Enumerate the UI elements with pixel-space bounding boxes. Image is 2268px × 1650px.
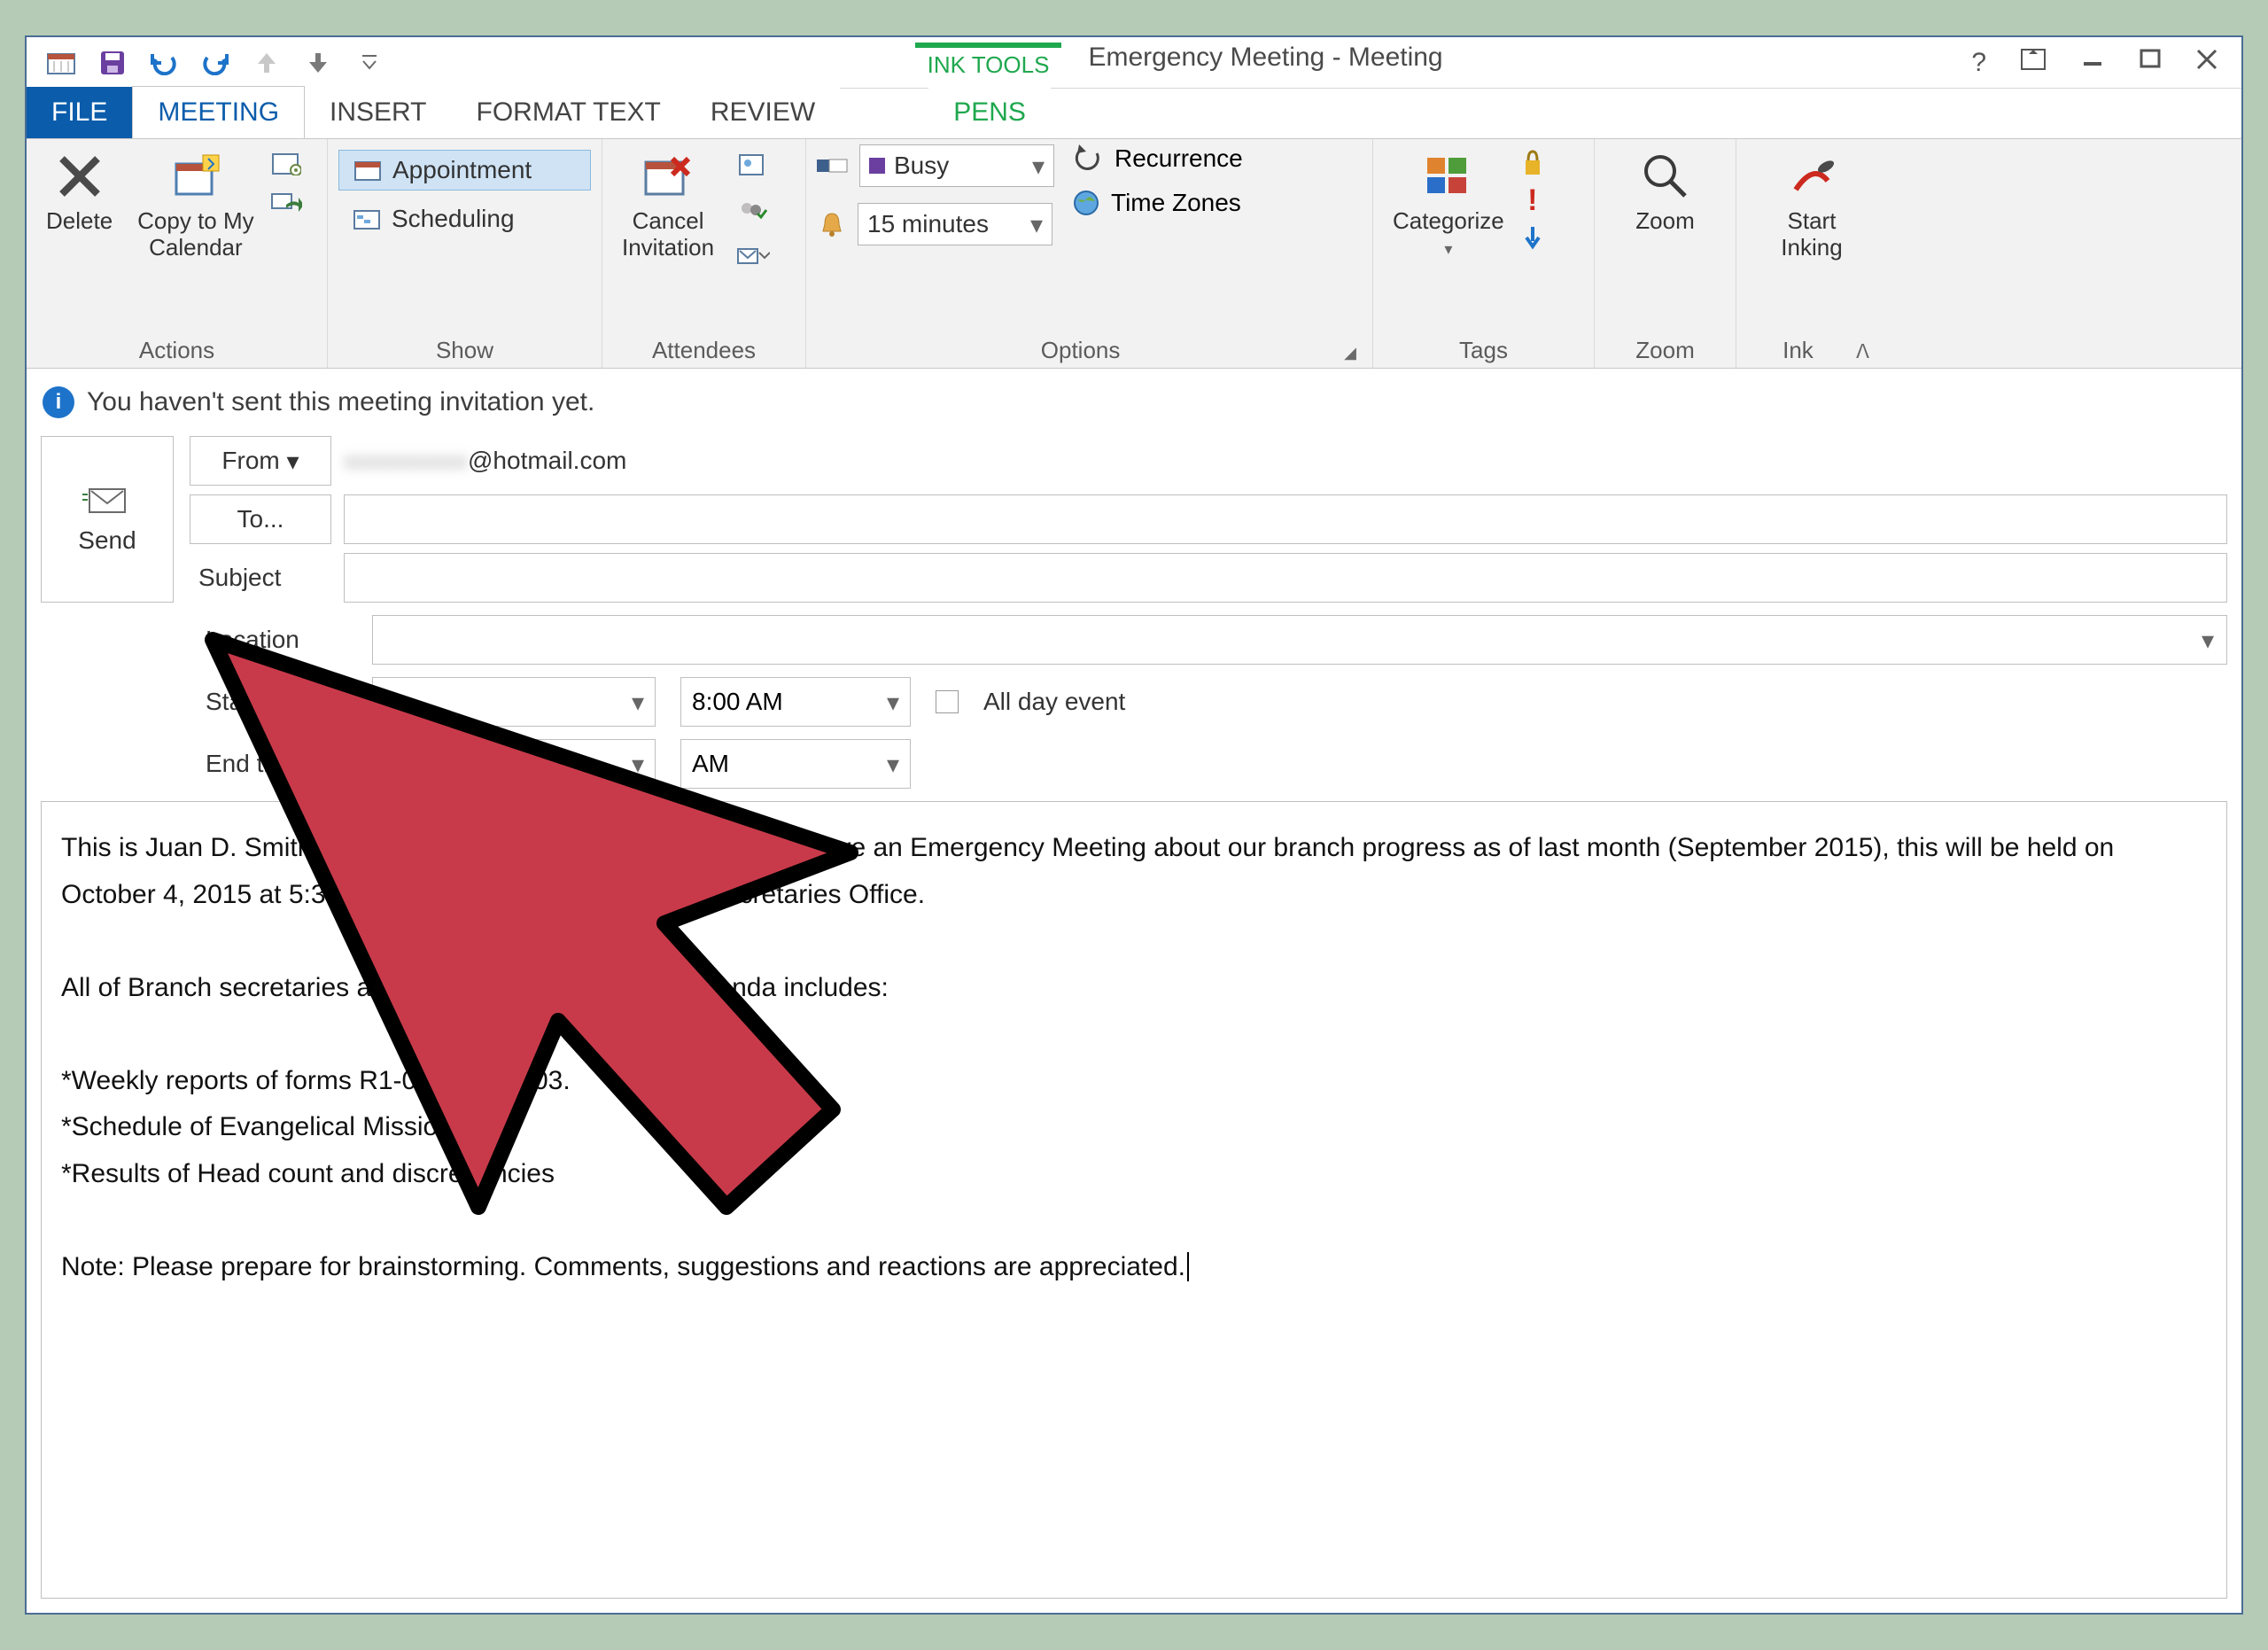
start-date-picker[interactable]: ▾ <box>372 677 656 727</box>
group-options-label: Options <box>817 331 1344 364</box>
send-envelope-icon <box>82 484 132 518</box>
ribbon: Delete Copy to My Calendar Actions <box>27 138 2241 369</box>
start-time-picker[interactable]: 8:00 AM▾ <box>680 677 911 727</box>
scheduling-button[interactable]: Scheduling <box>338 199 591 238</box>
time-zones-button[interactable]: Time Zones <box>1072 189 1243 217</box>
compose-area: Send From ▾ xxxxxxxxxx@hotmail.com To...… <box>27 436 2241 1613</box>
group-tags-label: Tags <box>1384 331 1583 364</box>
group-actions-label: Actions <box>37 331 316 364</box>
copy-to-calendar-button[interactable]: Copy to My Calendar <box>128 144 263 267</box>
send-button[interactable]: Send <box>41 436 174 603</box>
start-inking-button[interactable]: Start Inking <box>1772 144 1851 267</box>
tab-insert[interactable]: INSERT <box>305 87 451 138</box>
show-as-icon <box>817 152 849 179</box>
show-as-combo[interactable]: Busy▾ <box>859 144 1054 187</box>
reminder-combo[interactable]: 15 minutes▾ <box>858 203 1052 245</box>
tab-pens[interactable]: PENS <box>928 87 1051 138</box>
check-names-icon[interactable] <box>734 198 773 224</box>
tab-meeting[interactable]: MEETING <box>132 86 305 138</box>
ink-pen-icon <box>1785 150 1838 203</box>
zoom-icon <box>1639 150 1692 203</box>
info-icon: i <box>43 386 74 418</box>
collapse-ribbon-icon[interactable]: ᐱ <box>1849 340 1876 363</box>
zoom-button[interactable]: Zoom <box>1627 144 1703 240</box>
ink-tools-contextual-tab: INK TOOLS <box>915 43 1062 82</box>
close-icon[interactable] <box>2195 48 2218 78</box>
calendar-icon[interactable] <box>44 46 78 80</box>
copy-calendar-icon <box>169 150 222 203</box>
location-field[interactable]: ▾ <box>372 615 2227 665</box>
from-address: @hotmail.com <box>468 447 626 474</box>
from-button[interactable]: From ▾ <box>190 436 331 486</box>
address-book-icon[interactable] <box>734 152 773 178</box>
categorize-button[interactable]: Categorize ▾ <box>1384 144 1513 264</box>
to-button[interactable]: To... <box>190 494 331 544</box>
undo-icon[interactable] <box>147 46 181 80</box>
subject-field[interactable] <box>344 553 2227 603</box>
tab-format-text[interactable]: FORMAT TEXT <box>452 87 686 138</box>
info-bar: i You haven't sent this meeting invitati… <box>27 369 2241 436</box>
scheduling-icon <box>351 206 383 232</box>
end-time-picker[interactable]: AM▾ <box>680 739 911 789</box>
globe-icon <box>1072 189 1100 217</box>
all-day-label: All day event <box>983 688 1125 716</box>
recurrence-button[interactable]: Recurrence <box>1072 144 1243 173</box>
help-icon[interactable]: ? <box>1971 48 1986 78</box>
appointment-icon <box>352 157 384 183</box>
group-ink-label: Ink <box>1747 331 1849 364</box>
window-title: Emergency Meeting - Meeting <box>1088 43 1442 82</box>
low-importance-icon[interactable] <box>1523 225 1542 252</box>
minimize-icon[interactable] <box>2080 48 2105 78</box>
tab-file[interactable]: FILE <box>27 87 132 138</box>
group-attendees-label: Attendees <box>613 331 795 364</box>
tab-review[interactable]: REVIEW <box>686 87 840 138</box>
ribbon-tab-strip: FILE MEETING INSERT FORMAT TEXT REVIEW P… <box>27 89 2241 138</box>
start-time-label: Start time <box>206 688 347 716</box>
all-day-checkbox[interactable] <box>936 690 959 713</box>
forward-icon[interactable] <box>270 189 302 215</box>
up-arrow-icon <box>250 46 284 80</box>
down-arrow-icon[interactable] <box>301 46 335 80</box>
private-lock-icon[interactable] <box>1520 148 1545 176</box>
options-dialog-launcher-icon[interactable]: ◢ <box>1344 344 1362 362</box>
quick-access-toolbar <box>37 46 386 80</box>
calendar-small-icon[interactable] <box>270 150 302 176</box>
end-time-label: End time <box>206 750 347 778</box>
group-show-label: Show <box>338 331 591 364</box>
appointment-button[interactable]: Appointment <box>338 150 591 191</box>
delete-x-icon <box>53 150 106 203</box>
location-label: Location <box>206 626 347 654</box>
group-zoom-label: Zoom <box>1605 331 1725 364</box>
qat-customize-icon[interactable] <box>353 46 386 80</box>
cancel-invitation-button[interactable]: Cancel Invitation <box>613 144 723 267</box>
end-date-picker[interactable]: ▾ <box>372 739 656 789</box>
ribbon-options-icon[interactable] <box>2020 48 2047 78</box>
redo-icon[interactable] <box>198 46 232 80</box>
reminder-icon <box>817 210 847 238</box>
save-icon[interactable] <box>96 46 129 80</box>
delete-button[interactable]: Delete <box>37 144 121 240</box>
window-controls: ? <box>1971 48 2231 78</box>
to-field[interactable] <box>344 494 2227 544</box>
message-body[interactable]: This is Juan D. Smith Local Secretary of… <box>41 801 2227 1599</box>
high-importance-icon[interactable]: ! <box>1527 183 1537 218</box>
cancel-invite-icon <box>641 150 695 203</box>
meeting-window: INK TOOLS Emergency Meeting - Meeting ? … <box>25 35 2243 1615</box>
maximize-icon[interactable] <box>2139 48 2162 78</box>
categorize-icon <box>1422 150 1475 203</box>
response-options-icon[interactable] <box>734 244 773 270</box>
titlebar: INK TOOLS Emergency Meeting - Meeting ? <box>27 37 2241 89</box>
recurrence-icon <box>1072 144 1104 173</box>
subject-label: Subject <box>190 553 331 603</box>
